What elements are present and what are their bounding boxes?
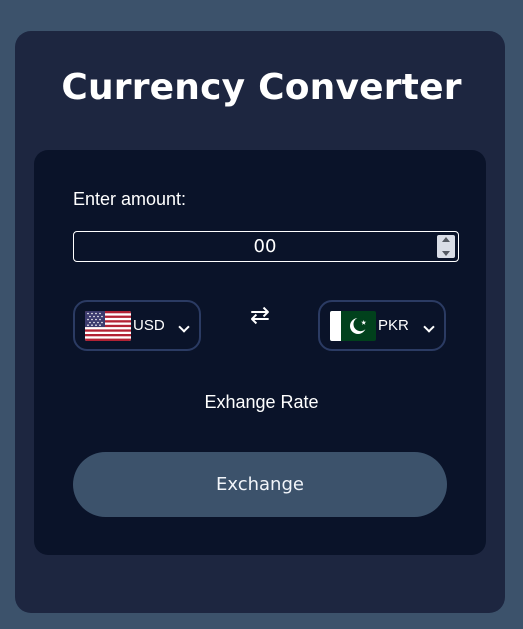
chevron-down-icon[interactable] [178, 321, 190, 333]
to-currency-select[interactable]: PKR [318, 300, 446, 351]
amount-field[interactable] [73, 231, 459, 262]
from-currency-code: USD [133, 317, 165, 334]
us-flag-icon [85, 311, 131, 341]
chevron-down-icon[interactable] [423, 321, 435, 333]
amount-label: Enter amount: [73, 189, 187, 209]
from-currency-select[interactable]: USD [73, 300, 201, 351]
number-stepper[interactable] [437, 235, 455, 258]
page-title: Currency Converter [61, 67, 462, 108]
pk-flag-icon [330, 311, 376, 341]
amount-input[interactable] [74, 232, 432, 261]
stepper-up-icon[interactable] [442, 237, 450, 242]
to-currency-code: PKR [378, 317, 409, 334]
stepper-down-icon[interactable] [442, 251, 450, 256]
swap-icon[interactable]: ⇄ [247, 302, 273, 328]
exchange-rate-label: Exhange Rate [204, 392, 319, 412]
exchange-button[interactable]: Exchange [73, 452, 447, 517]
